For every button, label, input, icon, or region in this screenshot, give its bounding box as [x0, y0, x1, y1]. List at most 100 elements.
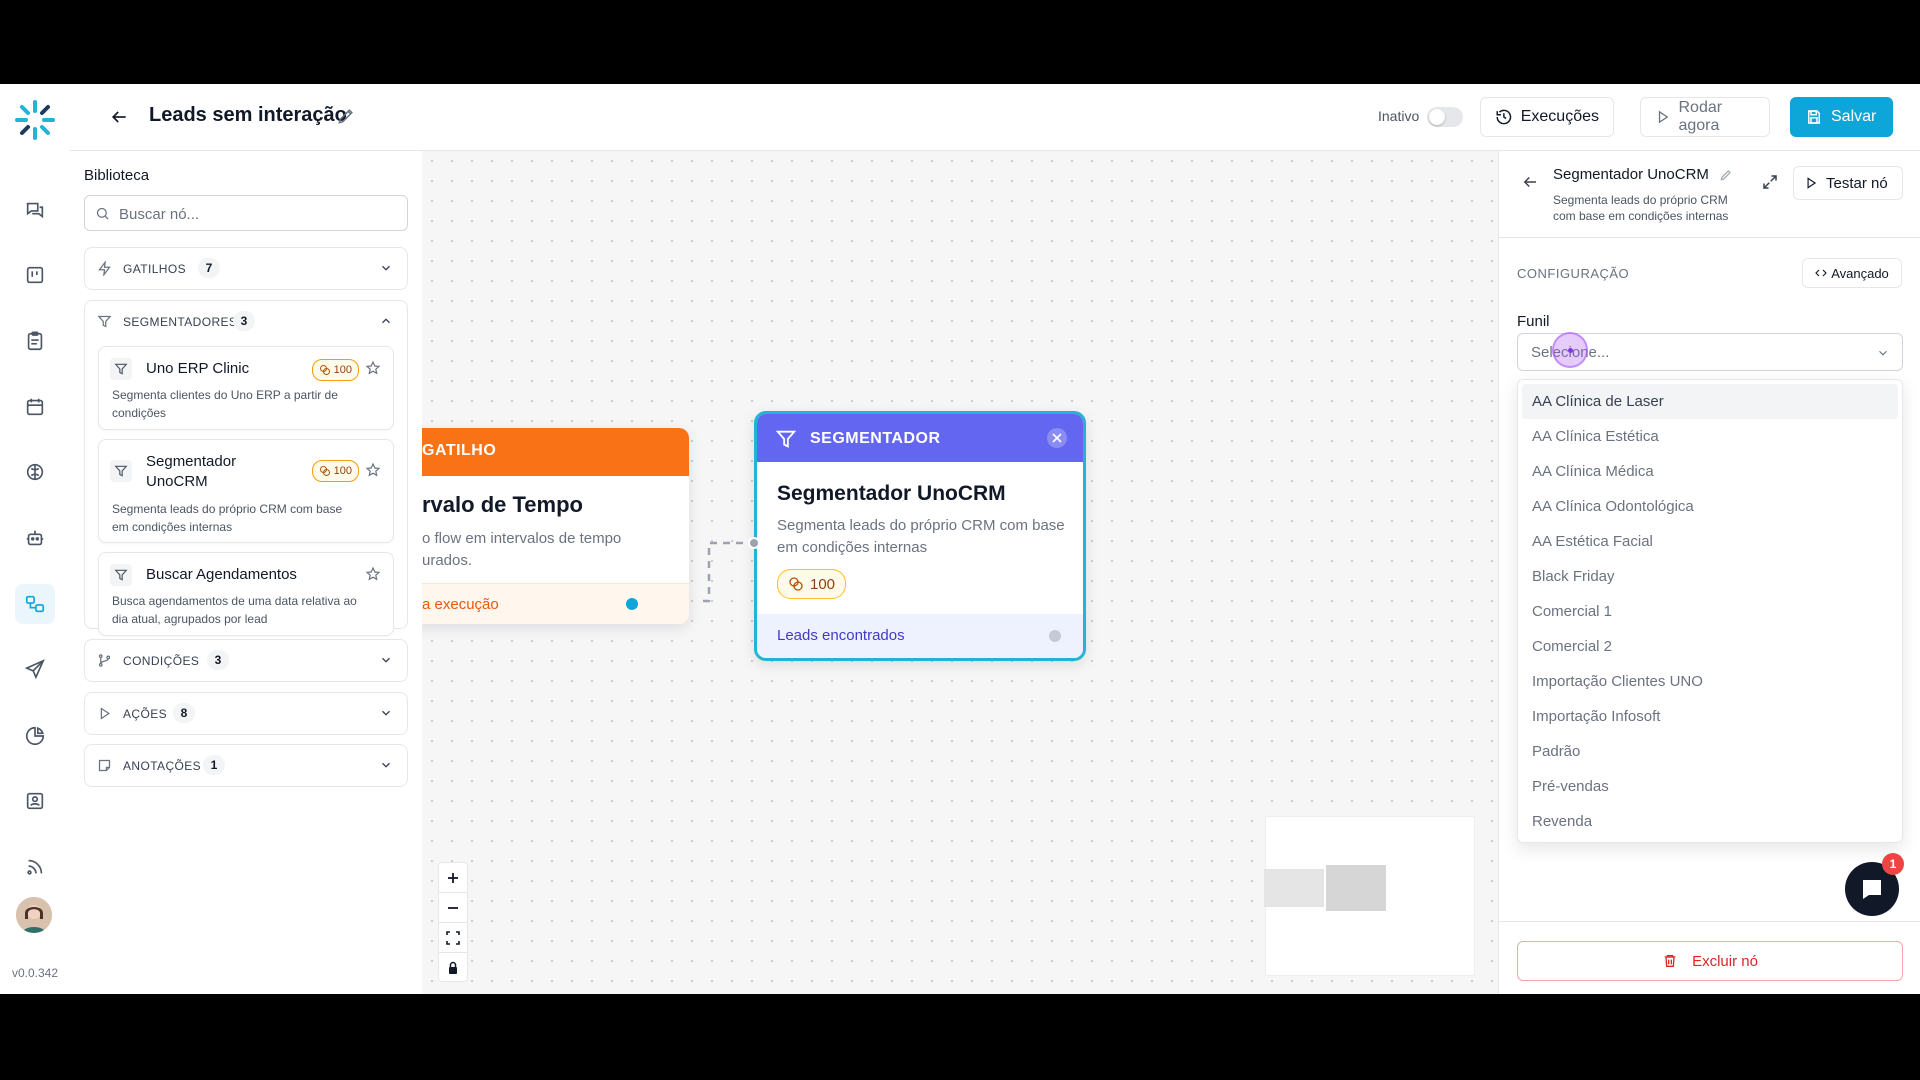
segmenter-node-footer: Leads encontrados	[757, 614, 1083, 658]
coins-icon	[789, 577, 803, 591]
run-now-label: Rodar agora	[1678, 99, 1723, 134]
section-actions[interactable]: AÇÕES 8	[84, 692, 408, 735]
fit-view-button[interactable]	[439, 923, 467, 953]
input-handle[interactable]	[748, 537, 760, 549]
dropdown-option[interactable]: Importação Infosoft	[1522, 699, 1898, 734]
section-notes[interactable]: ANOTAÇÕES 1	[84, 744, 408, 787]
node-name: Buscar Agendamentos	[146, 566, 297, 583]
back-button[interactable]	[106, 104, 132, 130]
star-icon[interactable]	[365, 566, 381, 582]
dropdown-option[interactable]: AA Estética Facial	[1522, 524, 1898, 559]
send-icon[interactable]	[15, 649, 55, 689]
segmenter-node-type: SEGMENTADOR	[810, 430, 941, 447]
pencil-icon[interactable]	[336, 106, 356, 126]
chevron-down-icon[interactable]	[379, 653, 393, 667]
run-now-button[interactable]: Rodar agora	[1640, 97, 1770, 137]
save-button[interactable]: Salvar	[1790, 97, 1893, 137]
node-description: Segmenta leads do próprio CRM com base e…	[112, 502, 343, 534]
search-input[interactable]	[117, 196, 401, 232]
dropdown-option[interactable]: AA Clínica Estética	[1522, 419, 1898, 454]
page-title: Leads sem interação	[149, 104, 347, 126]
star-icon[interactable]	[365, 360, 381, 376]
fullscreen-icon	[446, 930, 460, 945]
chevron-down-icon[interactable]	[379, 706, 393, 720]
pie-chart-icon[interactable]	[15, 716, 55, 756]
brain-icon[interactable]	[15, 452, 55, 492]
chevron-down-icon[interactable]	[379, 758, 393, 772]
node-description: Busca agendamentos de uma data relativa …	[112, 594, 357, 626]
coins-icon	[319, 365, 330, 375]
zoom-out-button[interactable]	[439, 893, 467, 923]
delete-node-button[interactable]: Excluir nó	[1517, 941, 1903, 981]
clipboard-icon[interactable]	[15, 321, 55, 361]
dropdown-option[interactable]: AA Clínica de Laser	[1522, 384, 1898, 419]
minimap[interactable]	[1264, 816, 1475, 976]
count-badge: 3	[207, 650, 229, 670]
search-icon	[96, 207, 109, 220]
dropdown-option[interactable]: Padrão	[1522, 734, 1898, 769]
chevron-down-icon	[1879, 350, 1887, 356]
expand-icon[interactable]	[1761, 173, 1779, 191]
chevron-up-icon[interactable]	[379, 314, 393, 328]
history-icon	[1496, 109, 1512, 125]
dropdown-option[interactable]: Pré-vendas	[1522, 769, 1898, 804]
play-icon	[1658, 110, 1669, 124]
output-handle[interactable]	[1049, 630, 1061, 642]
segmenter-node[interactable]: SEGMENTADOR Segmentador UnoCRM Segmenta …	[754, 411, 1086, 661]
avatar[interactable]	[16, 897, 52, 933]
library-node-buscar-agendamentos[interactable]: Buscar Agendamentos Busca agendamentos d…	[98, 552, 394, 636]
bot-icon[interactable]	[15, 518, 55, 558]
dropdown-option[interactable]: AA Clínica Médica	[1522, 454, 1898, 489]
pencil-icon[interactable]	[1719, 168, 1733, 182]
library-node-uno-erp[interactable]: Uno ERP Clinic 100 Segmenta clientes do …	[98, 346, 394, 430]
dropdown-option[interactable]: Importação Clientes UNO	[1522, 664, 1898, 699]
section-label: AÇÕES	[123, 707, 168, 721]
advanced-button[interactable]: Avançado	[1802, 258, 1902, 288]
dropdown-option[interactable]: Revenda	[1522, 804, 1898, 839]
node-library: Biblioteca GATILHOS 7 SEGMENTADORES 3	[70, 151, 423, 994]
dropdown-option[interactable]: Comercial 2	[1522, 629, 1898, 664]
section-segmenters-header[interactable]: SEGMENTADORES 3	[85, 301, 407, 342]
arrow-left-icon[interactable]	[1521, 173, 1539, 191]
chat-icon[interactable]	[15, 190, 55, 230]
chat-bubble-icon	[1863, 880, 1881, 899]
kanban-icon[interactable]	[15, 255, 55, 295]
executions-label: Execuções	[1520, 108, 1599, 125]
lock-button[interactable]	[439, 953, 467, 982]
plus-icon	[448, 872, 458, 883]
flow-canvas[interactable]: GATILHO rvalo de Tempo o flow em interva…	[422, 151, 1498, 994]
zoom-in-button[interactable]	[439, 863, 467, 893]
section-label: GATILHOS	[123, 262, 186, 276]
segmenter-node-header: SEGMENTADOR	[757, 414, 1083, 462]
credit-badge: 100	[777, 569, 847, 599]
dropdown-option[interactable]: Black Friday	[1522, 559, 1898, 594]
star-icon[interactable]	[365, 462, 381, 478]
code-icon	[1815, 269, 1827, 277]
contact-icon[interactable]	[15, 781, 55, 821]
executions-button[interactable]: Execuções	[1480, 97, 1614, 137]
active-toggle[interactable]	[1427, 107, 1463, 127]
output-handle[interactable]	[626, 598, 638, 610]
funnel-dropdown: AA Clínica de Laser AA Clínica Estética …	[1517, 379, 1903, 843]
section-conditions[interactable]: CONDIÇÕES 3	[84, 639, 408, 682]
left-nav: v0.0.342	[0, 84, 71, 994]
zap-icon	[98, 261, 111, 276]
trigger-node[interactable]: GATILHO rvalo de Tempo o flow em interva…	[422, 428, 689, 624]
section-triggers[interactable]: GATILHOS 7	[84, 247, 408, 290]
trigger-node-description: o flow em intervalos de tempo urados.	[422, 530, 622, 569]
flow-icon[interactable]	[15, 584, 55, 624]
dropdown-option[interactable]: Comercial 1	[1522, 594, 1898, 629]
panel-header: Segmentador UnoCRM Segmenta leads do pró…	[1499, 151, 1920, 238]
segmenter-output-label: Leads encontrados	[777, 627, 905, 644]
trigger-node-type: GATILHO	[422, 442, 497, 459]
library-title: Biblioteca	[84, 167, 150, 184]
rss-icon[interactable]	[15, 847, 55, 887]
logo-icon[interactable]	[13, 98, 57, 142]
close-icon[interactable]	[1047, 428, 1067, 448]
chevron-down-icon[interactable]	[379, 261, 393, 275]
count-badge: 7	[198, 258, 220, 278]
calendar-icon[interactable]	[15, 387, 55, 427]
dropdown-option[interactable]: AA Clínica Odontológica	[1522, 489, 1898, 524]
test-node-button[interactable]: Testar nó	[1793, 166, 1903, 200]
library-node-segmentador-unocrm[interactable]: Segmentador UnoCRM 100 Segmenta leads do…	[98, 439, 394, 543]
